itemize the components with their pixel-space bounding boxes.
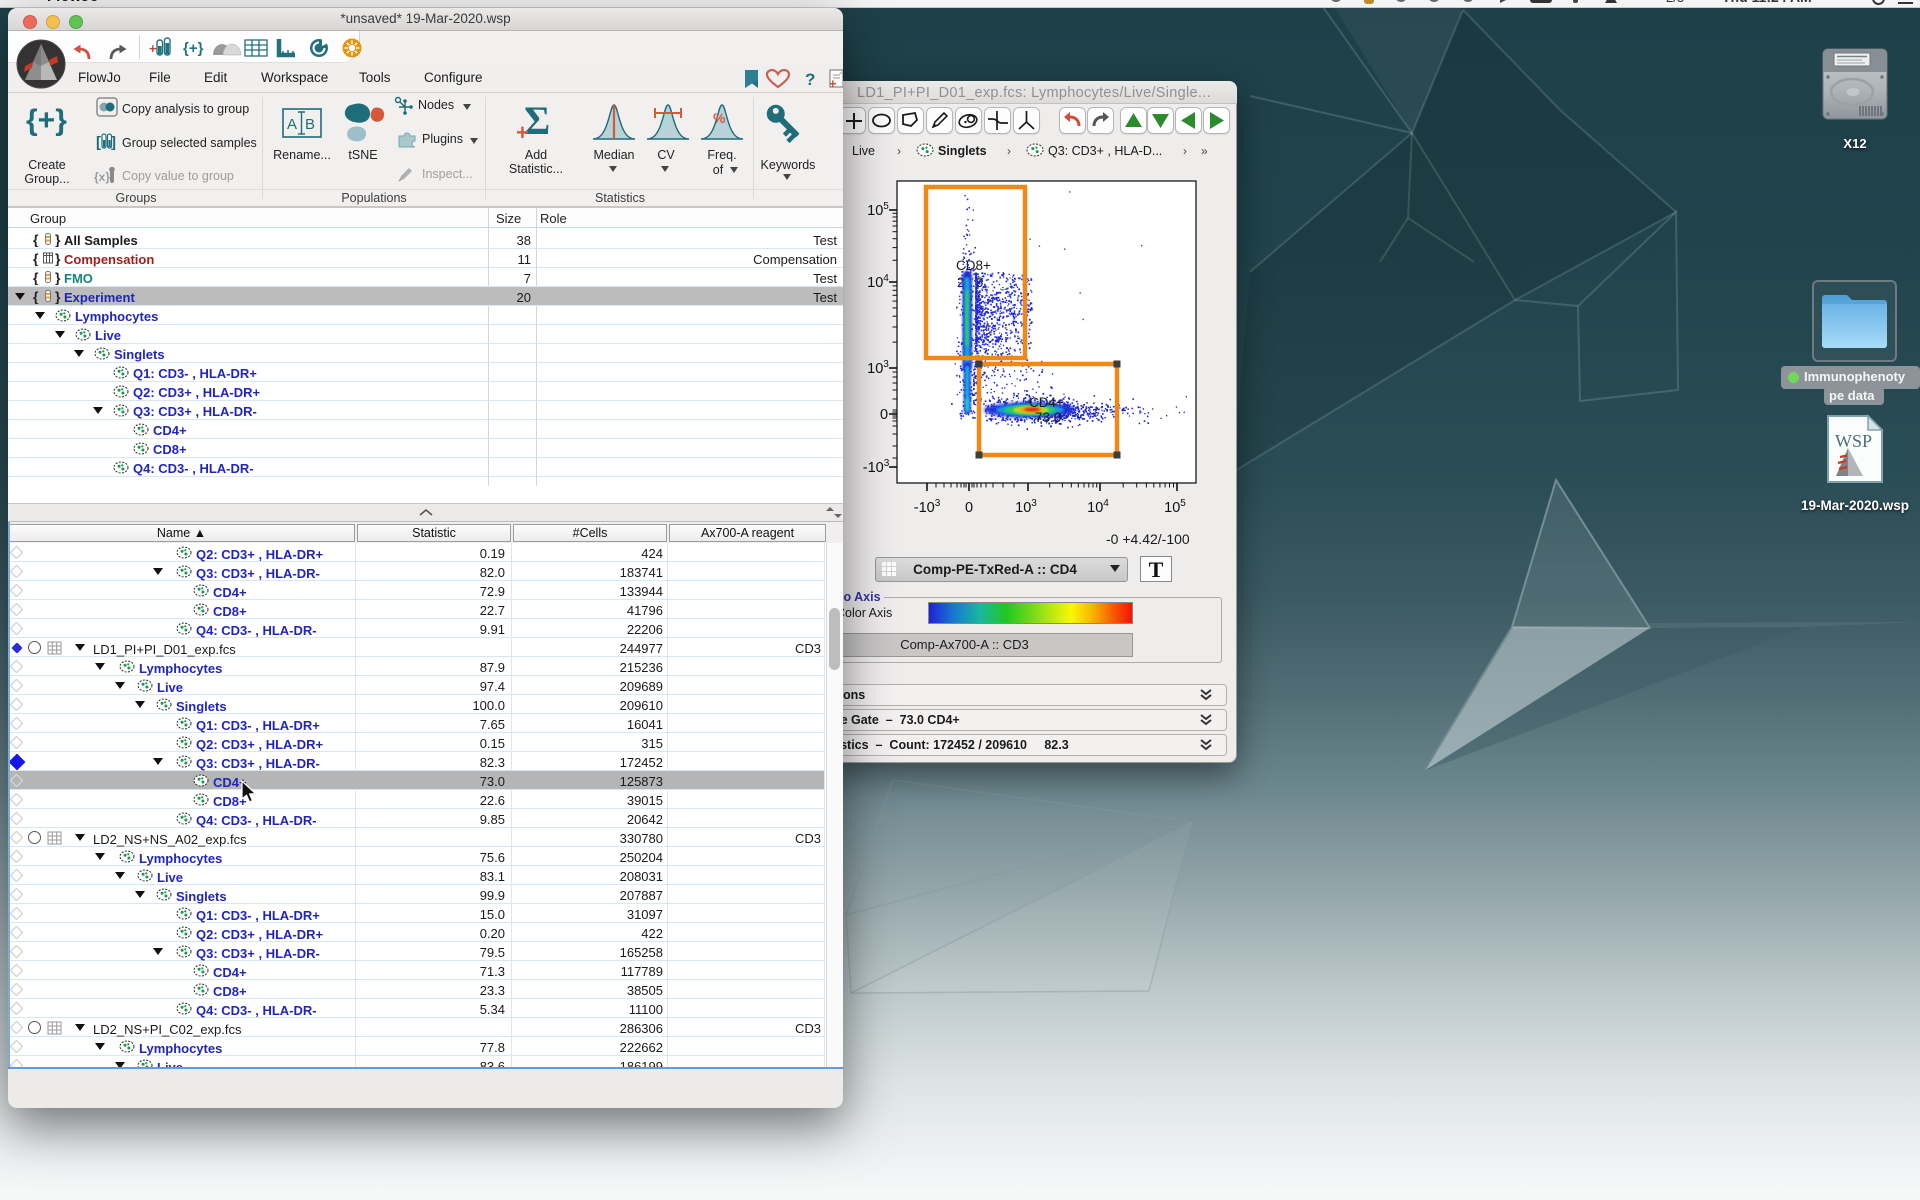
svg-text:{+}: {+} [26, 104, 67, 137]
svg-text:}: } [55, 270, 61, 285]
svg-text:+: + [149, 41, 157, 56]
svg-text:B: B [305, 116, 315, 133]
svg-text:?: ? [805, 70, 815, 89]
svg-text:0: 0 [965, 500, 973, 516]
svg-text:103: 103 [1015, 498, 1037, 516]
svg-text:WSP: WSP [1835, 431, 1872, 451]
svg-text:-103: -103 [914, 498, 941, 516]
svg-text:104: 104 [1087, 498, 1109, 516]
svg-text:{+}: {+} [183, 40, 204, 57]
svg-text:103: 103 [867, 359, 889, 377]
svg-text:{: { [33, 232, 39, 247]
svg-text:CD4+: CD4+ [1029, 395, 1064, 410]
svg-text:73.0: 73.0 [1035, 410, 1061, 425]
svg-text:105: 105 [1164, 498, 1186, 516]
svg-text:0: 0 [880, 407, 888, 423]
svg-text:}: } [55, 289, 61, 304]
svg-text:105: 105 [867, 201, 889, 219]
svg-text:}: } [55, 232, 61, 247]
svg-text:{x}: {x} [94, 170, 110, 184]
svg-text:}: } [55, 251, 61, 266]
svg-text:-0 +4.42/-100: -0 +4.42/-100 [1106, 531, 1190, 547]
svg-text:{: { [33, 270, 39, 285]
svg-text:{: { [33, 289, 39, 304]
svg-text:+: + [516, 120, 529, 142]
svg-text:104: 104 [867, 273, 889, 291]
svg-text:{: { [33, 251, 39, 266]
svg-text:-103: -103 [863, 458, 890, 476]
svg-text:[: [ [96, 134, 101, 151]
svg-text:%: % [713, 110, 726, 126]
svg-text:A: A [287, 116, 297, 133]
svg-text:+: + [829, 76, 837, 90]
